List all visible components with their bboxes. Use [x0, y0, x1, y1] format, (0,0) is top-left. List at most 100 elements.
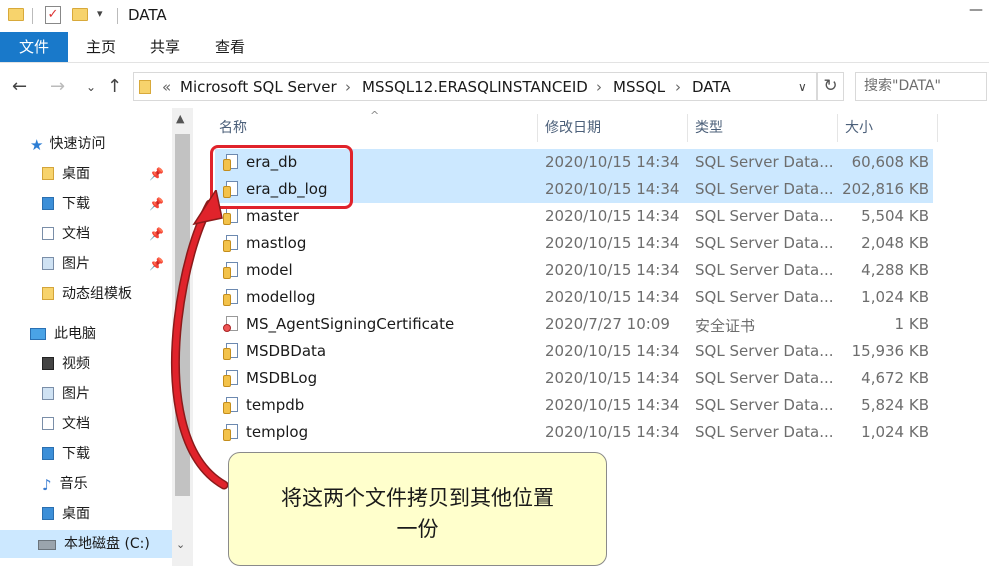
annotation-arrow [170, 190, 229, 490]
column-header-name[interactable]: 名称 [219, 114, 247, 142]
file-date: 2020/7/27 10:09 [545, 315, 670, 333]
back-arrow-icon[interactable]: ← [12, 76, 27, 97]
up-arrow-icon[interactable]: ↑ [107, 76, 122, 97]
file-type: SQL Server Data... [695, 261, 834, 279]
document-icon [42, 417, 54, 430]
breadcrumb-item[interactable]: DATA [692, 78, 731, 96]
file-row[interactable]: mastlog 2020/10/15 14:34 SQL Server Data… [215, 230, 933, 257]
scroll-down-arrow-icon[interactable]: ⌄ [176, 538, 185, 551]
column-divider[interactable] [837, 114, 838, 142]
column-divider[interactable] [937, 114, 938, 142]
annotation-callout: 将这两个文件拷贝到其他位置 一份 [228, 452, 607, 566]
column-header-date[interactable]: 修改日期 [545, 114, 601, 142]
folder-icon [8, 8, 24, 21]
sidebar-item-pictures[interactable]: 图片 📌 [42, 250, 172, 278]
file-size: 4,672 KB [861, 369, 929, 387]
file-date: 2020/10/15 14:34 [545, 261, 680, 279]
sidebar-item-label: 文档 [62, 416, 90, 432]
sidebar-item-desktop-pc[interactable]: 桌面 [42, 500, 90, 528]
ribbon-tabs: 文件 主页 共享 查看 [0, 32, 989, 63]
file-date: 2020/10/15 14:34 [545, 396, 680, 414]
title-bar: ✓ ▾ DATA — [0, 0, 989, 32]
file-size: 5,824 KB [861, 396, 929, 414]
properties-icon[interactable]: ✓ [45, 6, 61, 24]
callout-line-1: 将这两个文件拷贝到其他位置 [281, 486, 554, 510]
sidebar-item-music[interactable]: ♪ 音乐 [42, 470, 88, 498]
file-type: SQL Server Data... [695, 180, 834, 198]
file-name: mastlog [246, 234, 307, 252]
minimize-button[interactable]: — [969, 2, 983, 18]
pin-icon[interactable]: 📌 [149, 160, 164, 188]
picture-icon [42, 257, 54, 270]
address-bar[interactable]: « Microsoft SQL Server › MSSQL12.ERASQLI… [133, 72, 817, 101]
file-type: SQL Server Data... [695, 153, 834, 171]
file-name: MS_AgentSigningCertificate [246, 315, 455, 333]
tab-share[interactable]: 共享 [148, 32, 182, 62]
picture-icon [42, 387, 54, 400]
sidebar-item-videos[interactable]: 视频 [42, 350, 90, 378]
sidebar-item-local-disk[interactable]: 本地磁盘 (C:) [0, 530, 172, 558]
tab-file[interactable]: 文件 [0, 32, 68, 62]
sort-ascending-icon: ^ [370, 109, 380, 122]
file-size: 60,608 KB [851, 153, 929, 171]
sidebar-item-pictures-pc[interactable]: 图片 [42, 380, 90, 408]
file-row[interactable]: MSDBLog 2020/10/15 14:34 SQL Server Data… [215, 365, 933, 392]
computer-icon [30, 328, 46, 340]
divider [117, 8, 118, 24]
file-size: 202,816 KB [842, 180, 929, 198]
callout-line-2: 一份 [396, 517, 439, 541]
file-date: 2020/10/15 14:34 [545, 207, 680, 225]
sidebar-item-desktop[interactable]: 桌面 📌 [42, 160, 172, 188]
file-name: tempdb [246, 396, 305, 414]
file-type: SQL Server Data... [695, 288, 834, 306]
folder-icon [139, 80, 151, 94]
new-folder-icon[interactable] [72, 8, 88, 21]
file-row[interactable]: modellog 2020/10/15 14:34 SQL Server Dat… [215, 284, 933, 311]
customize-toolbar-icon[interactable]: ▾ [97, 7, 103, 20]
sidebar-item-label: 本地磁盘 (C:) [64, 536, 150, 552]
file-type: SQL Server Data... [695, 234, 834, 252]
breadcrumb-item[interactable]: Microsoft SQL Server [180, 78, 337, 96]
breadcrumb-item[interactable]: MSSQL [613, 78, 665, 96]
sidebar-item-quick-access[interactable]: ★ 快速访问 [30, 130, 105, 158]
column-header-size[interactable]: 大小 [845, 114, 873, 142]
recent-locations-icon[interactable]: ⌄ [86, 80, 96, 94]
sidebar-item-this-pc[interactable]: 此电脑 [30, 320, 96, 348]
file-size: 4,288 KB [861, 261, 929, 279]
sidebar-item-documents-pc[interactable]: 文档 [42, 410, 90, 438]
breadcrumb-separator-icon[interactable]: › [675, 78, 681, 96]
breadcrumb-separator-icon[interactable]: › [345, 78, 351, 96]
file-row[interactable]: MSDBData 2020/10/15 14:34 SQL Server Dat… [215, 338, 933, 365]
breadcrumb-separator-icon[interactable]: › [596, 78, 602, 96]
tab-view[interactable]: 查看 [213, 32, 247, 62]
file-row[interactable]: model 2020/10/15 14:34 SQL Server Data..… [215, 257, 933, 284]
refresh-button[interactable]: ↻ [817, 72, 844, 101]
drive-icon [38, 540, 56, 550]
column-divider[interactable] [537, 114, 538, 142]
breadcrumb-item[interactable]: MSSQL12.ERASQLINSTANCEID [362, 78, 588, 96]
file-row[interactable]: templog 2020/10/15 14:34 SQL Server Data… [215, 419, 933, 446]
download-icon [42, 197, 54, 210]
chevron-down-icon[interactable]: ∨ [798, 80, 807, 94]
file-row[interactable]: tempdb 2020/10/15 14:34 SQL Server Data.… [215, 392, 933, 419]
sidebar-item-downloads-pc[interactable]: 下载 [42, 440, 90, 468]
file-name: templog [246, 423, 309, 441]
column-divider[interactable] [687, 114, 688, 142]
search-input[interactable]: 搜索"DATA" [855, 72, 987, 101]
sidebar-item-template-folder[interactable]: 动态组模板 [42, 280, 132, 308]
overflow-chevron-icon[interactable]: « [162, 78, 171, 96]
file-row[interactable]: MS_AgentSigningCertificate 2020/7/27 10:… [215, 311, 933, 338]
tab-home[interactable]: 主页 [84, 32, 118, 62]
file-type: SQL Server Data... [695, 369, 834, 387]
file-type: SQL Server Data... [695, 423, 834, 441]
scroll-up-arrow-icon[interactable]: ▲ [176, 112, 184, 125]
file-type: SQL Server Data... [695, 342, 834, 360]
file-date: 2020/10/15 14:34 [545, 423, 680, 441]
forward-arrow-icon[interactable]: → [50, 76, 65, 97]
file-date: 2020/10/15 14:34 [545, 153, 680, 171]
folder-icon [42, 507, 54, 520]
sidebar-item-downloads[interactable]: 下载 📌 [42, 190, 172, 218]
column-header-type[interactable]: 类型 [695, 114, 723, 142]
sidebar-item-documents[interactable]: 文档 📌 [42, 220, 172, 248]
music-icon: ♪ [42, 476, 52, 494]
